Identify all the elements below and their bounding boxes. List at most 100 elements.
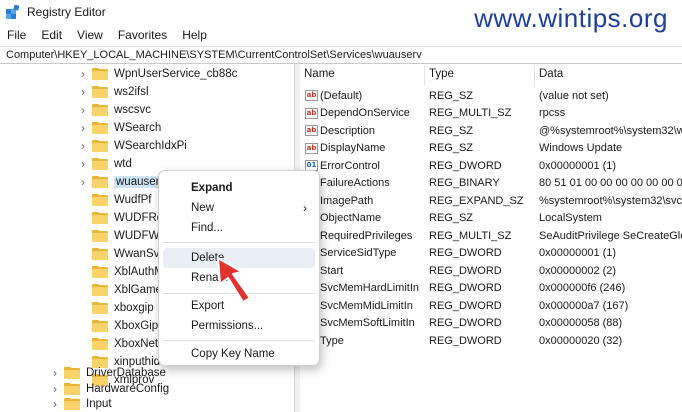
value-row[interactable]: ab DisplayName REG_SZ Windows Update [300,140,682,158]
value-data: 0x00000002 (2) [539,264,617,277]
tree-item[interactable]: WudfPf [78,191,152,209]
tree-item[interactable]: WUDFRd [78,209,163,227]
menu-favorites[interactable]: Favorites [111,26,175,44]
folder-icon [92,302,108,314]
expand-chevron-icon[interactable]: › [78,83,88,101]
context-menu-find[interactable]: Find... [163,218,315,238]
column-header-name[interactable]: Name [304,68,335,80]
mouse-pointer-arrow-icon [217,257,251,303]
tree-item[interactable]: › wtd [78,155,132,173]
expand-chevron-icon[interactable]: › [78,65,88,83]
context-menu-copy-key-name[interactable]: Copy Key Name [163,344,315,364]
tree-item[interactable]: › ws2ifsl [78,83,149,101]
value-type: REG_EXPAND_SZ [429,194,524,207]
column-divider[interactable] [424,66,425,86]
expand-chevron-icon[interactable]: › [78,119,88,137]
expand-chevron-icon[interactable] [78,191,88,209]
registry-editor-icon [6,5,20,19]
value-row[interactable]: 01 ErrorControl REG_DWORD 0x00000001 (1) [300,157,682,175]
column-header-data[interactable]: Data [539,68,563,80]
expand-chevron-icon[interactable] [78,299,88,317]
value-row[interactable]: 01TypeREG_DWORD0x00000020 (32) [300,332,682,350]
context-menu-expand[interactable]: Expand [163,178,315,198]
value-row[interactable]: abObjectNameREG_SZLocalSystem [300,210,682,228]
value-row[interactable]: abRequiredPrivilegesREG_MULTI_SZSeAuditP… [300,227,682,245]
menu-edit[interactable]: Edit [34,26,70,44]
value-name: SvcMemSoftLimitIn [320,317,415,330]
value-row[interactable]: ab Description REG_SZ @%systemroot%\system3… [300,122,682,140]
value-data: rpcss [539,107,566,120]
folder-icon [92,68,108,80]
tree-item[interactable]: XblAuthM [78,263,164,281]
expand-chevron-icon[interactable] [78,227,88,245]
tree-item[interactable]: › WSearch [78,119,161,137]
value-row[interactable]: 01SvcMemSoftLimitInREG_DWORD0x00000058 (… [300,315,682,333]
expand-chevron-icon[interactable] [78,317,88,335]
tree-item[interactable]: XboxGipS [78,317,166,335]
value-row[interactable]: 01FailureActionsREG_BINARY80 51 01 00 00… [300,175,682,193]
menu-help[interactable]: Help [175,26,215,44]
menu-separator [163,340,315,341]
tree-item[interactable]: XboxNetA [78,335,166,353]
value-row[interactable]: 01SvcMemHardLimitInREG_DWORD0x000000f6 (… [300,280,682,298]
tree-item[interactable]: xboxgip [78,299,154,317]
folder-icon [92,86,108,98]
expand-chevron-icon[interactable]: › [78,173,88,191]
tree-item[interactable]: › WpnUserService_cb88c [78,65,237,83]
value-data: @%systemroot%\system32\wu [539,124,682,137]
folder-icon [64,398,80,410]
value-row[interactable]: ab DependOnService REG_MULTI_SZ rpcss [300,105,682,123]
value-name: (Default) [320,89,363,102]
context-menu-label: Permissions... [191,320,264,332]
tree-item-label: Input [86,398,112,410]
context-menu-new[interactable]: New › [163,198,315,218]
value-type: REG_MULTI_SZ [429,107,512,120]
expand-chevron-icon[interactable] [78,281,88,299]
tree-item[interactable]: XblGame [78,281,162,299]
value-data: 80 51 01 00 00 00 00 00 00 00 [539,177,682,190]
value-data: %systemroot%\system32\svch [539,194,682,207]
value-name: Type [320,334,344,347]
tree-item[interactable]: WwanSvc [78,245,165,263]
value-type: REG_DWORD [429,317,502,330]
value-type: REG_DWORD [429,247,502,260]
expand-chevron-icon[interactable] [78,245,88,263]
expand-chevron-icon[interactable]: › [78,137,88,155]
column-header-type[interactable]: Type [429,68,454,80]
value-row[interactable]: abImagePathREG_EXPAND_SZ%systemroot%\sys… [300,192,682,210]
value-row[interactable]: 01SvcMemMidLimitInREG_DWORD0x000000a7 (1… [300,297,682,315]
expand-chevron-icon[interactable]: › [78,155,88,173]
folder-icon [92,284,108,296]
value-row[interactable]: 01ServiceSidTypeREG_DWORD0x00000001 (1) [300,245,682,263]
value-name: DependOnService [320,107,410,120]
tree-item[interactable]: WUDFWp [78,227,166,245]
tree-item[interactable]: › Input [50,395,112,412]
tree-item[interactable]: › wscsvc [78,101,151,119]
string-value-icon: ab [305,125,318,137]
tree-item-label: HardwareConfig [86,382,170,395]
expand-chevron-icon[interactable] [78,335,88,353]
tree-item-label: wtd [114,158,132,170]
menu-bar: File Edit View Favorites Help [0,26,682,44]
column-divider[interactable] [534,66,535,86]
value-row[interactable]: ab (Default) REG_SZ (value not set) [300,87,682,105]
context-menu-permissions[interactable]: Permissions... [163,316,315,336]
expand-chevron-icon[interactable] [78,263,88,281]
expand-chevron-icon[interactable]: › [78,101,88,119]
value-name: Start [320,264,344,277]
tree-item-label: ws2ifsl [114,86,149,98]
menu-view[interactable]: View [70,26,111,44]
window-title: Registry Editor [27,5,106,19]
string-value-icon: ab [305,142,318,154]
value-row[interactable]: 01StartREG_DWORD0x00000002 (2) [300,262,682,280]
tree-item-label: xboxgip [114,302,154,314]
value-data: 0x000000f6 (246) [539,282,626,295]
tree-item[interactable]: › wuauserv [78,173,168,191]
tree-item-label: XblGame [114,284,162,296]
expand-chevron-icon[interactable] [78,209,88,227]
values-list[interactable]: Name Type Data ab (Default) REG_SZ (value n… [300,64,682,412]
expand-chevron-icon[interactable]: › [50,395,60,412]
menu-file[interactable]: File [0,26,34,44]
address-bar[interactable]: Computer\HKEY_LOCAL_MACHINE\SYSTEM\Curre… [0,46,682,64]
tree-item[interactable]: › WSearchIdxPi [78,137,187,155]
